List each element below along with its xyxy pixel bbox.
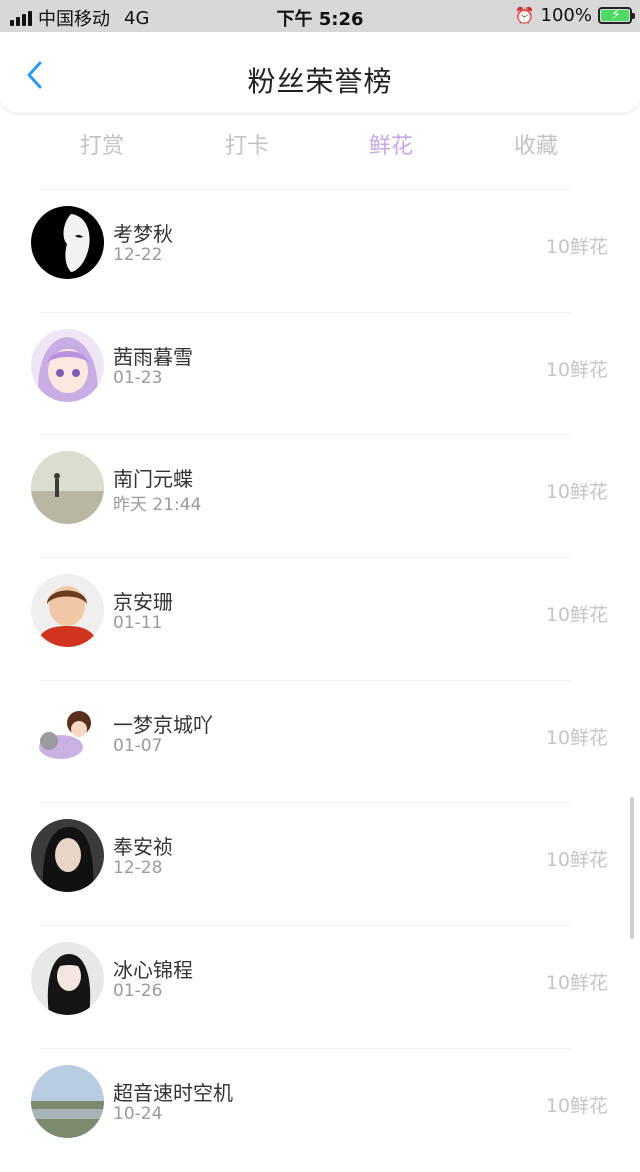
list-item[interactable]: 考梦秋 12-22 10鲜花 [31,190,608,313]
list-item[interactable]: 冰心锦程 01-26 10鲜花 [31,926,608,1049]
fan-date: 01-11 [113,613,163,634]
tab-favorites[interactable]: 收藏 [476,128,596,160]
navigation-bar: 粉丝荣誉榜 [0,32,640,114]
status-bar: 中国移动 4G 下午 5:26 ⏰ 100% ⚡ [0,0,640,32]
fan-date: 01-23 [113,367,163,388]
avatar[interactable] [31,206,104,279]
fan-list: 考梦秋 12-22 10鲜花 茜雨暮雪 01-23 10鲜花 南门元蝶 昨天 2… [0,190,640,1172]
battery-percent: 100% [540,5,592,26]
page-title: 粉丝荣誉榜 [247,65,393,98]
fan-name: 京安珊 [113,590,173,615]
flower-count: 10鲜花 [545,972,608,995]
avatar[interactable] [31,696,104,770]
tab-bar: 打赏 打卡 鲜花 收藏 [0,114,640,176]
list-item[interactable]: 茜雨暮雪 01-23 10鲜花 [31,313,608,436]
avatar[interactable] [31,574,104,648]
fan-date: 01-07 [113,735,163,756]
fan-date: 12-22 [113,245,163,265]
flower-count: 10鲜花 [545,236,608,258]
fan-name: 南门元蝶 [113,467,193,492]
fan-name: 考梦秋 [113,222,173,246]
flower-count: 10鲜花 [545,481,608,504]
fan-name: 超音速时空机 [113,1080,233,1105]
avatar[interactable] [31,819,104,893]
flower-count: 10鲜花 [545,726,608,749]
avatar[interactable] [31,1064,104,1138]
tab-flowers[interactable]: 鲜花 [331,128,451,160]
fan-date: 10-24 [113,1103,163,1124]
list-item[interactable]: 一梦京城吖 01-07 10鲜花 [31,681,608,804]
flower-count: 10鲜花 [545,1094,608,1117]
avatar[interactable] [31,328,104,402]
fan-name: 奉安祯 [113,835,173,860]
fan-name: 一梦京城吖 [113,712,213,737]
fan-date: 12-28 [113,858,163,879]
scrollbar[interactable] [630,797,634,939]
fan-name: 茜雨暮雪 [113,344,193,369]
tab-checkin[interactable]: 打卡 [187,128,307,160]
list-item[interactable]: 南门元蝶 昨天 21:44 10鲜花 [31,435,608,559]
alarm-icon: ⏰ [514,6,535,25]
fan-name: 冰心锦程 [113,958,193,983]
list-item[interactable]: 超音速时空机 10-24 10鲜花 [31,1049,608,1172]
list-item[interactable]: 奉安祯 12-28 10鲜花 [31,803,608,927]
status-right: ⏰ 100% ⚡ [514,5,635,26]
flower-count: 10鲜花 [545,849,608,872]
avatar[interactable] [31,942,104,1016]
tab-reward[interactable]: 打赏 [42,128,162,160]
flower-count: 10鲜花 [545,604,608,627]
list-item[interactable]: 京安珊 01-11 10鲜花 [31,558,608,681]
battery-icon: ⚡ [598,7,635,24]
fan-date: 01-26 [113,981,163,1002]
fan-date: 昨天 21:44 [113,495,202,516]
flower-count: 10鲜花 [545,358,608,381]
avatar[interactable] [31,451,104,525]
